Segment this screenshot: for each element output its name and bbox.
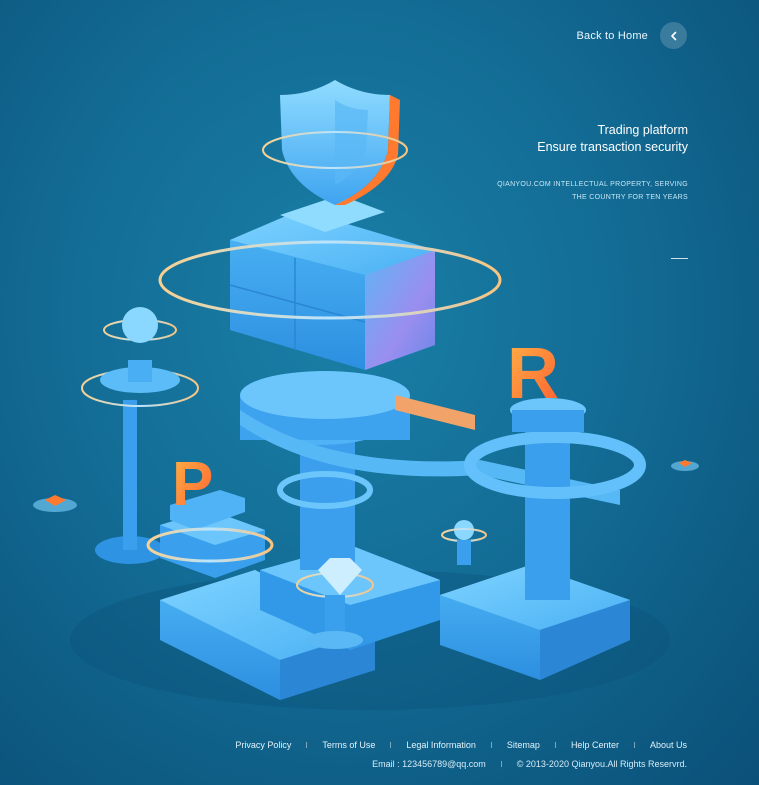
- footer-copyright: © 2013-2020 Qianyou.All Rights Reservrd.: [516, 759, 687, 769]
- footer-divider: [490, 742, 492, 748]
- letter-r-block: R: [507, 334, 559, 414]
- footer-link-legal-information[interactable]: Legal Information: [406, 740, 476, 750]
- footer-link-help-center[interactable]: Help Center: [571, 740, 619, 750]
- isometric-illustration: P R: [33, 80, 699, 710]
- floating-chip-right: [671, 460, 699, 471]
- svg-text:P: P: [172, 450, 213, 519]
- svg-text:R: R: [507, 334, 559, 414]
- footer-link-terms-of-use[interactable]: Terms of Use: [322, 740, 375, 750]
- footer-divider: [633, 742, 635, 748]
- shield-icon: [262, 80, 408, 205]
- floating-chip-left: [33, 495, 77, 512]
- main-cube: [158, 195, 502, 370]
- footer-link-about-us[interactable]: About Us: [650, 740, 687, 750]
- footer-bottom: Email : 123456789@qq.com © 2013-2020 Qia…: [372, 759, 687, 769]
- letter-p-block: P: [146, 450, 274, 578]
- footer-links: Privacy Policy Terms of Use Legal Inform…: [235, 740, 687, 750]
- footer-link-sitemap[interactable]: Sitemap: [507, 740, 540, 750]
- footer-divider: [554, 742, 556, 748]
- footer-divider: [306, 742, 308, 748]
- footer-divider: [390, 742, 392, 748]
- small-orb: [441, 520, 487, 565]
- footer-divider: [500, 761, 502, 767]
- footer-email[interactable]: Email : 123456789@qq.com: [372, 759, 486, 769]
- footer-link-privacy-policy[interactable]: Privacy Policy: [235, 740, 291, 750]
